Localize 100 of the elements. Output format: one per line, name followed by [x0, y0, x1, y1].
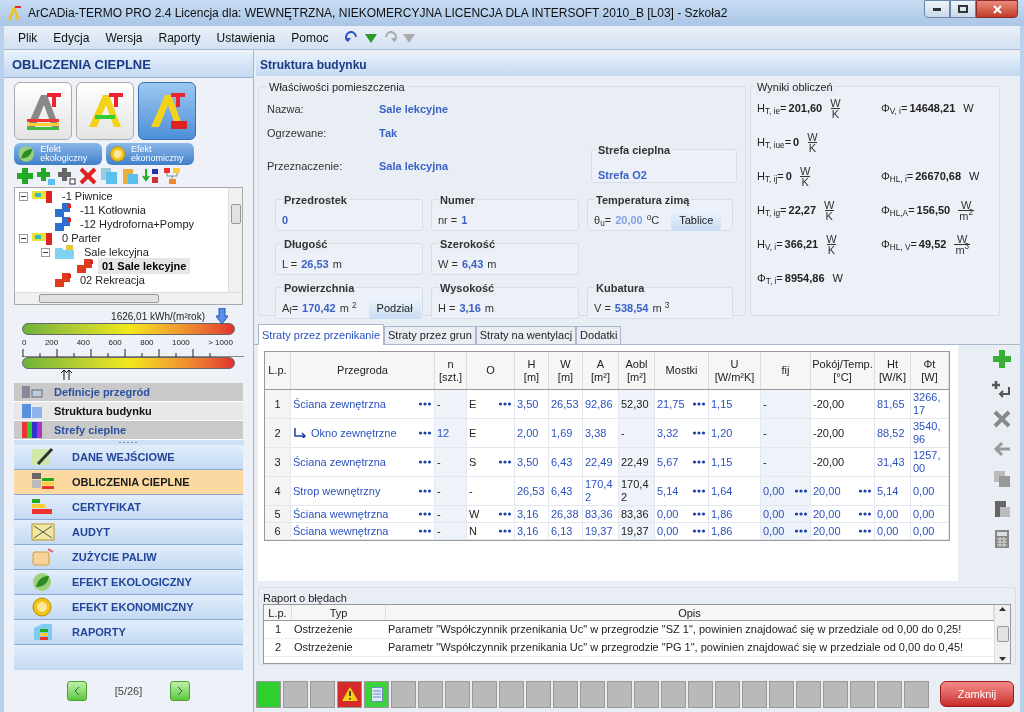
menu-item[interactable]: Wersja	[105, 28, 143, 47]
plus-child-icon[interactable]	[37, 167, 55, 185]
arrow-left-icon[interactable]	[992, 439, 1012, 459]
status-cell[interactable]	[742, 680, 767, 708]
next-button[interactable]	[170, 681, 191, 701]
table-cell[interactable]: 0,00	[657, 507, 679, 521]
table-cell[interactable]: -	[763, 455, 767, 469]
module-item[interactable]: RAPORTY	[14, 620, 243, 645]
close-window-button[interactable]	[976, 0, 1018, 18]
previous-button[interactable]	[66, 681, 87, 701]
field-value[interactable]: Strefa O2	[598, 169, 647, 181]
module-item[interactable]: CERTYFIKAT	[14, 495, 243, 520]
scrollbar[interactable]	[994, 605, 1010, 663]
field-value[interactable]: 538,54	[614, 299, 649, 317]
field-value[interactable]: Sala lekcyjna	[379, 157, 449, 175]
status-cell[interactable]	[499, 680, 524, 708]
calculator-icon[interactable]	[992, 529, 1012, 549]
status-cell[interactable]	[688, 680, 713, 708]
table-cell[interactable]: Ściana zewnętrzna	[293, 395, 386, 413]
action-button[interactable]: Tablice	[671, 209, 722, 231]
table-cell[interactable]: 0,00	[913, 484, 935, 498]
status-cell[interactable]	[526, 680, 551, 708]
table-cell[interactable]: W	[469, 507, 480, 521]
table-cell[interactable]: -	[437, 455, 441, 469]
delete-icon[interactable]	[992, 409, 1012, 429]
status-cell[interactable]	[310, 680, 335, 708]
menu-item[interactable]: Raporty	[158, 28, 201, 47]
status-cell[interactable]	[580, 680, 605, 708]
redo-icon[interactable]	[382, 30, 397, 45]
minimize-button[interactable]	[924, 0, 950, 18]
table-cell[interactable]: -	[437, 484, 441, 498]
column-header[interactable]: n [szt.]	[435, 352, 467, 389]
tab[interactable]: Straty przez grun	[384, 326, 476, 344]
sort-icon[interactable]	[142, 167, 160, 185]
table-cell[interactable]: -	[621, 426, 625, 440]
ellipsis-button[interactable]	[692, 430, 706, 436]
table-cell[interactable]: 6,43	[551, 455, 573, 469]
table-cell[interactable]: 1,15	[711, 397, 733, 411]
status-cell[interactable]	[337, 680, 362, 708]
ellipsis-button[interactable]	[418, 488, 432, 494]
table-cell[interactable]: 3,32	[657, 426, 679, 440]
scrollbar[interactable]	[228, 188, 242, 292]
status-cell[interactable]	[877, 680, 902, 708]
status-cell[interactable]	[364, 680, 389, 708]
table-cell[interactable]: 20,00	[813, 524, 841, 538]
table-cell[interactable]: 0,00	[657, 524, 679, 538]
insert-icon[interactable]	[992, 379, 1012, 399]
table-cell[interactable]: 5,14	[877, 484, 899, 498]
status-cell[interactable]	[283, 680, 308, 708]
delete-icon[interactable]	[79, 167, 97, 185]
copy-icon[interactable]	[100, 167, 118, 185]
menu-item[interactable]: Ustawienia	[216, 28, 276, 47]
column-header[interactable]: H [m]	[515, 352, 549, 389]
app-button[interactable]	[14, 82, 72, 140]
collapse-toggle-icon[interactable]	[19, 233, 28, 243]
status-cell[interactable]	[256, 680, 281, 708]
table-cell[interactable]: 170,42	[585, 478, 616, 504]
table-cell[interactable]: 1,69	[551, 426, 573, 440]
ellipsis-button[interactable]	[418, 459, 432, 465]
field-value[interactable]: 170,42	[302, 299, 336, 317]
module-item[interactable]: ZUŻYCIE PALIW	[14, 545, 243, 570]
status-cell[interactable]	[418, 680, 443, 708]
module-item[interactable]: EFEKT EKONOMICZNY	[14, 595, 243, 620]
module-item[interactable]: EFEKT EKOLOGICZNY	[14, 570, 243, 595]
table-cell[interactable]: 0,00	[913, 507, 935, 521]
tab[interactable]: Straty na wentylacj	[475, 326, 577, 344]
table-cell[interactable]: 83,36	[585, 507, 613, 521]
maximize-button[interactable]	[950, 0, 976, 18]
table-cell[interactable]: Okno zewnętrzne	[311, 424, 397, 442]
table-cell[interactable]: -20,00	[813, 426, 845, 440]
table-cell[interactable]: -	[763, 426, 767, 440]
ellipsis-button[interactable]	[692, 528, 706, 534]
table-cell[interactable]: 26,53	[551, 397, 579, 411]
column-header[interactable]: fij	[761, 352, 811, 389]
ellipsis-button[interactable]	[692, 401, 706, 407]
section-item[interactable]: Definicje przegród	[14, 383, 243, 402]
ellipsis-button[interactable]	[692, 459, 706, 465]
table-cell[interactable]: 0,00	[877, 507, 899, 521]
table-cell[interactable]: 92,86	[585, 397, 613, 411]
table-cell[interactable]: 20,00	[813, 507, 841, 521]
scrollbar[interactable]	[15, 292, 242, 304]
down-triangle-icon[interactable]	[402, 31, 415, 44]
scroll-up-icon[interactable]	[999, 607, 1006, 611]
hierarchy-icon[interactable]	[163, 167, 181, 185]
field-value[interactable]: 1	[461, 211, 468, 229]
column-header[interactable]: A [m²]	[583, 352, 619, 389]
plus-icon[interactable]	[16, 167, 34, 185]
table-cell[interactable]: -20,00	[813, 397, 845, 411]
table-cell[interactable]: 31,43	[877, 455, 905, 469]
collapse-toggle-icon[interactable]	[41, 247, 50, 257]
ellipsis-button[interactable]	[858, 511, 872, 517]
status-cell[interactable]	[823, 680, 848, 708]
table-cell[interactable]: 5,67	[657, 455, 679, 469]
table-cell[interactable]: 6,13	[551, 524, 573, 538]
table-cell[interactable]: 22,49	[585, 455, 613, 469]
app-button[interactable]	[138, 82, 196, 140]
table-cell[interactable]: 20,00	[813, 484, 841, 498]
copy-icon[interactable]	[992, 469, 1012, 489]
column-header[interactable]: Przegroda	[291, 352, 435, 389]
column-header[interactable]: U [W/m²K]	[709, 352, 761, 389]
